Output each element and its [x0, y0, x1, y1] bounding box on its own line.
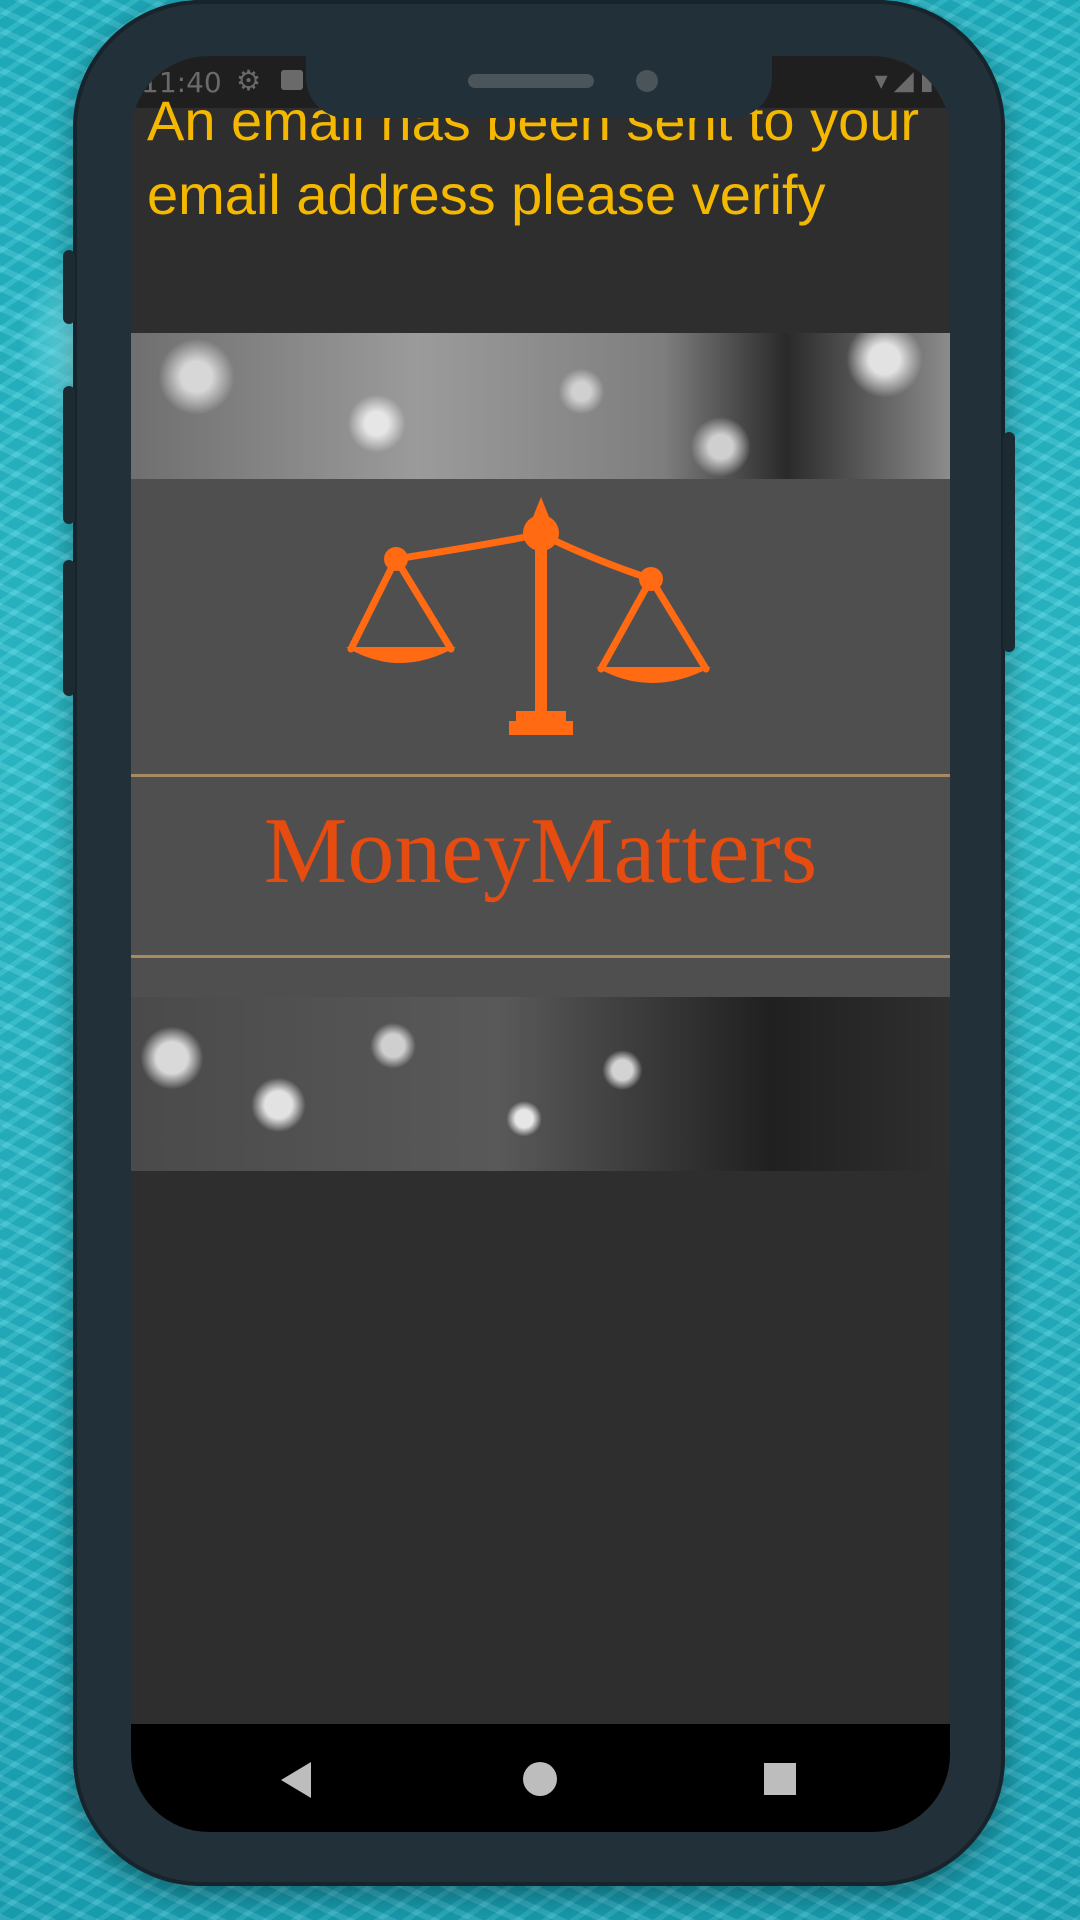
- speaker-grill: [468, 74, 594, 88]
- side-button-top-left: [63, 250, 75, 324]
- camera-notch: [306, 56, 772, 118]
- moneymatters-banner: MoneyMatters: [131, 333, 950, 1171]
- banner-bottom-texture: [131, 997, 950, 1171]
- home-icon[interactable]: [523, 1762, 557, 1796]
- back-icon[interactable]: [281, 1762, 311, 1798]
- balance-scale-icon: [346, 497, 711, 735]
- side-button-bottom-left: [63, 560, 75, 696]
- front-camera: [636, 70, 658, 92]
- side-button-mid-left: [63, 386, 75, 524]
- banner-divider-bottom: [131, 955, 950, 958]
- phone-screen: 11:40 ⚙ ▾◢▮ An email has been sent to yo…: [131, 56, 950, 1832]
- brand-name: MoneyMatters: [263, 799, 818, 903]
- recents-icon[interactable]: [764, 1763, 796, 1795]
- android-nav-bar: [131, 1724, 950, 1832]
- banner-logo-area: MoneyMatters: [131, 479, 950, 997]
- side-button-right: [1003, 432, 1015, 652]
- banner-top-texture: [131, 333, 950, 479]
- banner-divider-top: [131, 774, 950, 777]
